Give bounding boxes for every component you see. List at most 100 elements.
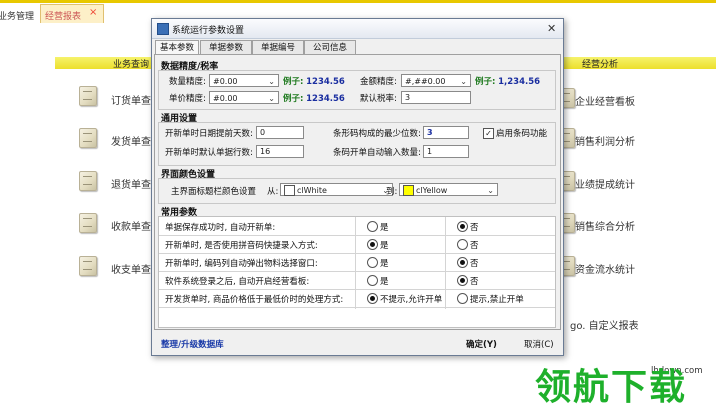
chevron-down-icon: ⌄	[487, 186, 494, 195]
list-item-sales-profit[interactable]: 销售利润分析	[575, 133, 635, 148]
document-icon	[79, 128, 97, 148]
chevron-down-icon: ⌄	[268, 94, 275, 103]
common-params-table: 单据保存成功时, 自动开新单: 是 否 开新单时, 是否使用拼音码快捷录入方式:…	[158, 216, 556, 328]
settings-dialog: 系统运行参数设置 ✕ 基本参数 单据参数 单据编号 公司信息 数据精度/税率 数…	[151, 18, 564, 356]
example-label: 例子:	[283, 94, 304, 104]
document-icon	[79, 171, 97, 191]
example-label: 例子:	[283, 77, 304, 87]
barcode-enable-label: 启用条码功能	[496, 129, 548, 139]
document-icon	[79, 86, 97, 106]
list-item-commission-stats[interactable]: 业绩提成统计	[575, 176, 635, 191]
radio-yes[interactable]	[367, 221, 378, 232]
list-item-return-query[interactable]: 退货单查	[111, 176, 151, 191]
close-icon[interactable]: ✕	[547, 22, 556, 35]
dialog-title: 系统运行参数设置	[172, 26, 245, 36]
barcode-digits-input[interactable]: 3	[423, 126, 469, 139]
barcode-enable-checkbox[interactable]: ✓	[483, 128, 494, 139]
barcode-qty-label: 条码开单自动输入数量:	[333, 148, 421, 158]
radio-no-label: 否	[470, 241, 479, 251]
tab-business-management[interactable]: 业务管理	[0, 9, 34, 22]
list-item-payment-query[interactable]: 收支单查	[111, 261, 151, 276]
radio-no-label: 否	[470, 259, 479, 269]
list-item-custom-report[interactable]: go. 自定义报表	[570, 317, 639, 332]
qty-precision-label: 数量精度:	[169, 77, 206, 87]
list-item-sales-analysis[interactable]: 销售综合分析	[575, 218, 635, 233]
dialog-titlebar[interactable]: 系统运行参数设置 ✕	[152, 19, 563, 39]
example-value: 1,234.56	[498, 77, 541, 87]
radio-yes-label: 是	[380, 241, 389, 251]
param-label: 开新单时, 编码列自动弹出物料选择窗口:	[165, 259, 318, 269]
list-item-delivery-query[interactable]: 发货单查	[111, 133, 151, 148]
upgrade-database-link[interactable]: 整理/升级数据库	[161, 338, 224, 350]
tax-rate-label: 默认税率:	[360, 94, 397, 104]
color-to-swatch	[403, 185, 414, 196]
tab-panel: 数据精度/税率 数量精度: #0.00 ⌄ 例子: 1234.56 单价精度: #…	[154, 54, 561, 330]
radio-allow[interactable]	[367, 293, 378, 304]
color-from-label: 从:	[267, 187, 279, 197]
cancel-button[interactable]: 取消(C)	[524, 338, 554, 350]
radio-no-label: 否	[470, 277, 479, 287]
price-example: 例子: 1234.56	[283, 92, 345, 104]
example-label: 例子:	[475, 77, 496, 87]
radio-yes-label: 是	[380, 277, 389, 287]
example-value: 1234.56	[306, 77, 345, 87]
radio-no[interactable]	[457, 239, 468, 250]
column-header-query: 业务查询	[113, 60, 150, 70]
document-icon	[79, 213, 97, 233]
amount-precision-label: 金额精度:	[360, 77, 397, 87]
radio-yes-label: 是	[380, 259, 389, 269]
tab-document-numbering[interactable]: 单据编号	[252, 40, 304, 55]
chevron-down-icon: ⌄	[268, 77, 275, 86]
title-color-label: 主界面标题栏颜色设置	[171, 187, 257, 197]
radio-no[interactable]	[457, 257, 468, 268]
list-item-order-query[interactable]: 订货单查	[111, 92, 151, 107]
radio-yes-label: 是	[380, 223, 389, 233]
example-value: 1234.56	[306, 94, 345, 104]
radio-no[interactable]	[457, 221, 468, 232]
price-precision-value: #0.00	[213, 94, 238, 103]
app-icon	[157, 23, 169, 35]
date-advance-input[interactable]: 0	[256, 126, 304, 139]
close-icon[interactable]: ×	[89, 7, 97, 18]
color-to-value: clYellow	[416, 186, 448, 195]
list-item-business-dashboard[interactable]: 企业经营看板	[575, 93, 635, 108]
radio-allow-label: 不提示,允许开单	[380, 295, 443, 305]
qty-precision-value: #0.00	[213, 77, 238, 86]
document-icon	[79, 256, 97, 276]
qty-precision-select[interactable]: #0.00 ⌄	[209, 74, 279, 87]
color-from-select[interactable]: clWhite ⌄	[280, 183, 393, 196]
color-from-swatch	[284, 185, 295, 196]
radio-forbid[interactable]	[457, 293, 468, 304]
radio-no-label: 否	[470, 223, 479, 233]
amount-precision-select[interactable]: #,##0.00 ⌄	[401, 74, 471, 87]
barcode-digits-label: 条形码构成的最少位数:	[333, 129, 421, 139]
amount-example: 例子: 1,234.56	[475, 75, 540, 87]
chevron-down-icon: ⌄	[460, 77, 467, 86]
date-advance-label: 开新单时日期提前天数:	[165, 129, 253, 139]
radio-yes[interactable]	[367, 239, 378, 250]
price-precision-select[interactable]: #0.00 ⌄	[209, 91, 279, 104]
param-label: 开新单时, 是否使用拼音码快捷录入方式:	[165, 241, 318, 251]
ok-button[interactable]: 确定(Y)	[466, 338, 497, 350]
color-from-value: clWhite	[297, 186, 327, 195]
param-label: 开发货单时, 商品价格低于最低价时的处理方式:	[165, 295, 344, 305]
tab-document-params[interactable]: 单据参数	[200, 40, 252, 55]
param-label: 软件系统登录之后, 自动开启经营看板:	[165, 277, 310, 287]
tab-business-reports[interactable]: 经营报表	[45, 9, 81, 22]
list-item-cashflow-stats[interactable]: 资金流水统计	[575, 261, 635, 276]
list-item-receipt-query[interactable]: 收款单查	[111, 218, 151, 233]
param-label: 单据保存成功时, 自动开新单:	[165, 223, 276, 233]
default-rows-input[interactable]: 16	[256, 145, 304, 158]
radio-yes[interactable]	[367, 275, 378, 286]
price-precision-label: 单价精度:	[169, 94, 206, 104]
amount-precision-value: #,##0.00	[405, 77, 446, 86]
watermark-logo: 领航下载	[535, 367, 688, 408]
radio-no[interactable]	[457, 275, 468, 286]
radio-forbid-label: 提示,禁止开单	[470, 295, 524, 305]
default-rows-label: 开新单时默认单据行数:	[165, 148, 253, 158]
tax-rate-input[interactable]: 3	[401, 91, 471, 104]
color-to-label: 到:	[386, 187, 398, 197]
tab-company-info[interactable]: 公司信息	[304, 40, 356, 55]
radio-yes[interactable]	[367, 257, 378, 268]
barcode-qty-input[interactable]: 1	[423, 145, 469, 158]
